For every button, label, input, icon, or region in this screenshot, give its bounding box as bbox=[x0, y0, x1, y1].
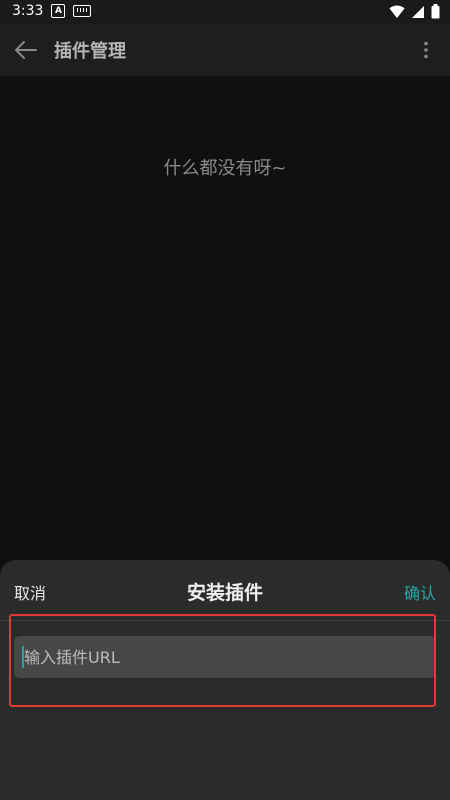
signal-icon bbox=[412, 5, 424, 18]
status-bar: 3:33 A bbox=[0, 0, 450, 24]
back-button[interactable] bbox=[10, 34, 42, 66]
plugin-list-area: 什么都没有呀~ bbox=[0, 76, 450, 560]
page-title: 插件管理 bbox=[54, 41, 126, 62]
wifi-icon bbox=[389, 5, 405, 18]
empty-state-message: 什么都没有呀~ bbox=[163, 158, 287, 179]
back-arrow-icon bbox=[15, 41, 37, 59]
keyboard-icon bbox=[73, 5, 92, 17]
more-options-button[interactable] bbox=[412, 34, 440, 66]
status-left: 3:33 A bbox=[12, 3, 92, 19]
plugin-url-input[interactable] bbox=[14, 636, 436, 678]
screen: 3:33 A 插件管理 什么都没有呀~ 取消 安装插件 确认 输入插件URL bbox=[0, 0, 450, 800]
battery-icon bbox=[431, 4, 440, 19]
sheet-divider bbox=[0, 620, 450, 621]
confirm-button[interactable]: 确认 bbox=[404, 580, 436, 604]
install-plugin-sheet: 取消 安装插件 确认 bbox=[0, 560, 450, 800]
text-cursor bbox=[22, 646, 24, 668]
a-badge-icon: A bbox=[51, 4, 66, 18]
more-vert-icon bbox=[424, 41, 428, 59]
sheet-title: 安装插件 bbox=[186, 582, 263, 604]
url-input-container[interactable] bbox=[14, 636, 436, 678]
status-time: 3:33 bbox=[12, 3, 44, 19]
status-right bbox=[389, 4, 440, 19]
app-bar: 插件管理 bbox=[0, 24, 450, 76]
